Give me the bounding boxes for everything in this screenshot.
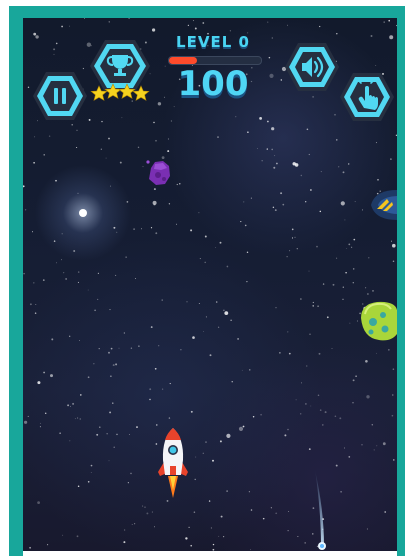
tap-hand-icon — [340, 73, 394, 121]
speaker-icon — [285, 43, 339, 91]
player-rocket[interactable] — [153, 426, 193, 498]
purple-asteroid — [146, 160, 170, 185]
level-label: LEVEL 0 — [176, 33, 250, 51]
rating-star — [90, 85, 108, 101]
falling-comet — [315, 470, 326, 550]
green-asteroid — [361, 301, 397, 341]
rating-stars — [90, 83, 150, 101]
enemy-ship — [371, 190, 397, 220]
touch-control-button[interactable] — [339, 72, 395, 122]
level-progress-fill — [169, 57, 197, 64]
trophy-button[interactable] — [89, 39, 151, 101]
game-frame: LEVEL 0 100 — [0, 0, 405, 556]
pause-button[interactable] — [32, 71, 88, 121]
game-canvas[interactable]: LEVEL 0 100 — [23, 18, 397, 551]
sound-button[interactable] — [284, 42, 340, 92]
rating-star — [118, 83, 136, 99]
rating-star — [132, 85, 150, 101]
bottom-strip — [23, 551, 397, 556]
rating-star — [104, 83, 122, 99]
pause-icon — [33, 72, 87, 120]
score-value: 100 — [177, 64, 249, 104]
